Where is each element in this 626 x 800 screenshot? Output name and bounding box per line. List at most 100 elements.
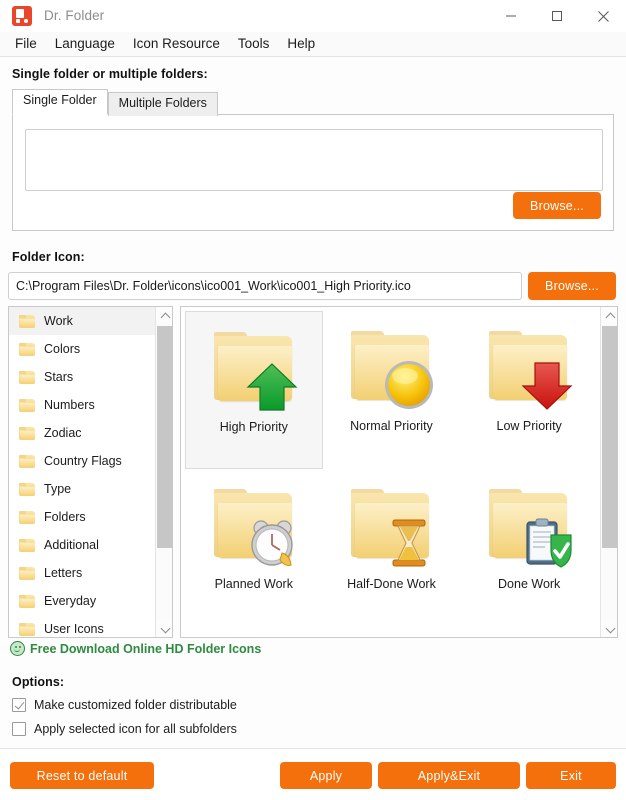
folder-preview-icon — [208, 479, 300, 571]
category-item[interactable]: User Icons — [9, 615, 155, 637]
dr-folder-logo-icon — [12, 5, 32, 26]
category-scroll-thumb[interactable] — [157, 326, 172, 548]
tab-single-folder[interactable]: Single Folder — [12, 89, 108, 115]
red-down-arrow-icon — [521, 359, 573, 411]
icon-grid-item-label: Done Work — [498, 577, 561, 591]
icon-grid-scroll-down-button[interactable] — [601, 620, 617, 637]
category-item[interactable]: Work — [9, 307, 155, 335]
folder-preview-icon — [208, 322, 300, 414]
icon-grid-item[interactable]: Low Priority — [460, 311, 598, 469]
apply-button[interactable]: Apply — [280, 762, 372, 789]
reset-to-default-button[interactable]: Reset to default — [10, 762, 154, 789]
icon-grid-item[interactable]: Normal Priority — [323, 311, 461, 469]
menu-item-help[interactable]: Help — [278, 34, 324, 54]
icon-grid-scroll-track[interactable] — [601, 324, 617, 620]
clipboard-check-icon — [521, 517, 573, 569]
folder-browse-button[interactable]: Browse... — [513, 192, 601, 219]
icon-grid: High Priority Normal Priority Low Priority… — [180, 306, 618, 638]
icon-grid-item-label: Normal Priority — [350, 419, 433, 433]
menu-bar: File Language Icon Resource Tools Help — [0, 32, 626, 57]
folder-preview-icon — [345, 321, 437, 413]
window-title: Dr. Folder — [44, 8, 105, 23]
category-item[interactable]: Additional — [9, 531, 155, 559]
option-apply-subfolders[interactable]: Apply selected icon for all subfolders — [12, 722, 237, 736]
hourglass-icon — [383, 517, 435, 569]
category-item-label: Zodiac — [44, 426, 82, 440]
category-scroll-down-button[interactable] — [156, 620, 172, 637]
category-item[interactable]: Letters — [9, 559, 155, 587]
icon-grid-item-label: Planned Work — [214, 577, 293, 591]
icon-grid-item[interactable]: Half-Done Work — [323, 469, 461, 627]
category-list: Work Colors Stars Numbers Zodiac Country Flag… — [8, 306, 173, 638]
options-label: Options: — [12, 675, 65, 689]
folder-icon — [19, 426, 35, 440]
folder-icon — [19, 342, 35, 356]
icon-grid-scrollbar[interactable] — [600, 307, 617, 637]
close-button[interactable] — [580, 0, 626, 32]
folder-icon — [19, 482, 35, 496]
folder-path-input[interactable] — [25, 129, 603, 191]
category-item-label: Everyday — [44, 594, 97, 608]
category-item[interactable]: Stars — [9, 363, 155, 391]
menu-item-icon-resource[interactable]: Icon Resource — [124, 34, 229, 54]
menu-item-language[interactable]: Language — [46, 34, 124, 54]
category-item-label: Type — [44, 482, 72, 496]
icon-grid-item[interactable]: High Priority — [185, 311, 323, 469]
category-scrollbar[interactable] — [155, 307, 172, 637]
category-item[interactable]: Type — [9, 475, 155, 503]
category-item-label: Work — [44, 314, 73, 328]
checkbox-make-distributable[interactable] — [12, 698, 26, 712]
icon-grid-scroll-up-button[interactable] — [601, 307, 617, 324]
free-download-label: Free Download Online HD Folder Icons — [30, 641, 262, 656]
folder-icon — [19, 454, 35, 468]
icon-grid-item-label: Half-Done Work — [347, 577, 436, 591]
category-item[interactable]: Country Flags — [9, 447, 155, 475]
category-list-scroll: Work Colors Stars Numbers Zodiac Country Flag… — [9, 307, 155, 637]
checkbox-apply-subfolders[interactable] — [12, 722, 26, 736]
folder-icon-browse-button[interactable]: Browse... — [528, 272, 616, 300]
folder-icon — [19, 594, 35, 608]
menu-item-file[interactable]: File — [6, 34, 46, 54]
folder-icon — [19, 314, 35, 328]
folder-icon-label: Folder Icon: — [12, 250, 85, 264]
folder-icon — [19, 566, 35, 580]
category-item-label: Colors — [44, 342, 81, 356]
icon-grid-inner: High Priority Normal Priority Low Priority… — [181, 307, 600, 637]
menu-item-tools[interactable]: Tools — [229, 34, 279, 54]
minimize-button[interactable] — [488, 0, 534, 32]
category-item-label: Letters — [44, 566, 83, 580]
folder-icon — [19, 370, 35, 384]
icon-grid-item[interactable]: Done Work — [460, 469, 598, 627]
category-item[interactable]: Folders — [9, 503, 155, 531]
category-scroll-up-button[interactable] — [156, 307, 172, 324]
folder-section-label: Single folder or multiple folders: — [12, 67, 208, 81]
folder-tab-panel: Browse... — [12, 114, 614, 231]
icon-grid-scroll-thumb[interactable] — [602, 326, 617, 548]
green-up-arrow-icon — [246, 360, 298, 412]
icon-grid-item[interactable]: Planned Work — [185, 469, 323, 627]
option-make-distributable-label: Make customized folder distributable — [34, 698, 237, 712]
folder-tabstrip: Single Folder Multiple Folders — [12, 89, 614, 116]
category-item-label: Additional — [44, 538, 99, 552]
option-make-distributable[interactable]: Make customized folder distributable — [12, 698, 237, 712]
exit-button[interactable]: Exit — [526, 762, 616, 789]
category-item-label: Country Flags — [44, 454, 122, 468]
category-item[interactable]: Numbers — [9, 391, 155, 419]
category-item[interactable]: Zodiac — [9, 419, 155, 447]
folder-icon — [19, 510, 35, 524]
dr-folder-window: Dr. Folder File Language Icon Resource T… — [0, 0, 626, 800]
category-item-label: Folders — [44, 510, 86, 524]
apply-and-exit-button[interactable]: Apply&Exit — [378, 762, 520, 789]
free-download-link[interactable]: Free Download Online HD Folder Icons — [10, 641, 261, 656]
category-item[interactable]: Everyday — [9, 587, 155, 615]
folder-tabs-container: Single Folder Multiple Folders Browse... — [12, 89, 614, 231]
folder-preview-icon — [483, 479, 575, 571]
category-item-label: Stars — [44, 370, 74, 384]
folder-preview-icon — [483, 321, 575, 413]
tab-multiple-folders[interactable]: Multiple Folders — [107, 92, 218, 116]
category-scroll-track[interactable] — [156, 324, 172, 620]
folder-icon-path-input[interactable] — [8, 272, 522, 300]
icon-grid-item-label: Low Priority — [496, 419, 562, 433]
category-item[interactable]: Colors — [9, 335, 155, 363]
maximize-button[interactable] — [534, 0, 580, 32]
